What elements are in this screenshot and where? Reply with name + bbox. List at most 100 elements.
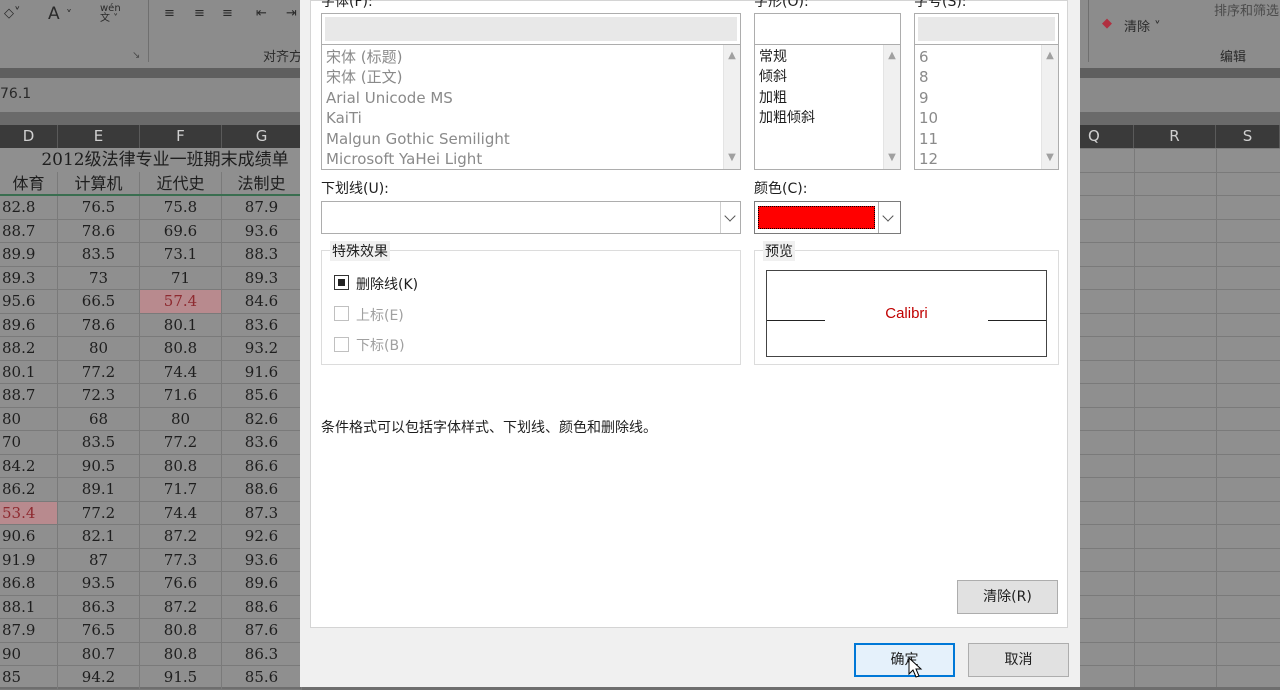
color-picker[interactable] [754, 201, 901, 234]
table-cell[interactable]: 76.6 [140, 572, 222, 596]
clear-button[interactable]: 清除(R) [957, 580, 1058, 614]
table-cell[interactable]: 93.2 [222, 337, 302, 361]
align-left-icon[interactable]: ≡ [164, 6, 175, 21]
table-cell[interactable]: 95.6 [0, 290, 58, 314]
table-cell[interactable]: 89.3 [0, 266, 58, 290]
table-cell[interactable]: 53.4 [0, 501, 58, 525]
size-list-item[interactable]: 12 [919, 149, 938, 169]
color-dropdown-button[interactable] [878, 202, 900, 233]
column-header-d[interactable]: D [0, 125, 58, 148]
underline-select[interactable] [321, 201, 741, 234]
table-cell[interactable]: 66.5 [58, 290, 140, 314]
column-header-g[interactable]: G [222, 125, 302, 148]
table-cell[interactable]: 80 [140, 407, 222, 431]
table-cell[interactable]: 83.6 [222, 313, 302, 337]
font-list-item[interactable]: 宋体 (正文) [326, 67, 402, 87]
chevron-down-icon[interactable]: ˅ [66, 8, 72, 22]
table-cell[interactable]: 77.3 [140, 548, 222, 572]
table-cell[interactable]: 88.6 [222, 595, 302, 619]
scroll-down-icon[interactable]: ▼ [727, 153, 737, 163]
scroll-down-icon[interactable]: ▼ [1045, 153, 1055, 163]
style-list-item[interactable]: 加粗倾斜 [759, 108, 815, 128]
table-cell[interactable]: 72.3 [58, 384, 140, 408]
table-cell[interactable]: 80.8 [140, 619, 222, 643]
table-cell[interactable]: 80.7 [58, 642, 140, 666]
font-list[interactable]: 宋体 (标题) 宋体 (正文) Arial Unicode MS KaiTi Malgu… [321, 44, 741, 170]
table-cell[interactable]: 85.6 [222, 384, 302, 408]
increase-indent-icon[interactable]: ⇥ [286, 6, 297, 21]
size-list-item[interactable]: 9 [919, 88, 929, 108]
table-cell[interactable]: 71.6 [140, 384, 222, 408]
table-cell[interactable]: 87.9 [0, 619, 58, 643]
table-cell[interactable]: 88.2 [0, 337, 58, 361]
table-cell[interactable]: 84.6 [222, 290, 302, 314]
table-cell[interactable]: 90.5 [58, 454, 140, 478]
phonetic-icon[interactable]: wén 文 ˅ [100, 4, 121, 24]
table-cell[interactable]: 89.9 [0, 243, 58, 267]
font-list-item[interactable]: Microsoft YaHei Light [326, 149, 482, 169]
table-cell[interactable]: 89.1 [58, 478, 140, 502]
table-cell[interactable]: 85.6 [222, 666, 302, 690]
cancel-button[interactable]: 取消 [968, 643, 1069, 677]
style-list[interactable]: 常规 倾斜 加粗 加粗倾斜 ▲ ▼ [754, 44, 901, 170]
style-list-item[interactable]: 常规 [759, 47, 787, 67]
table-cell[interactable]: 78.6 [58, 219, 140, 243]
table-cell[interactable]: 76.5 [58, 619, 140, 643]
column-title-cell[interactable]: 计算机 [58, 172, 140, 196]
column-header-e[interactable]: E [58, 125, 140, 148]
size-list-item[interactable]: 8 [919, 67, 929, 87]
table-cell[interactable]: 73.1 [140, 243, 222, 267]
column-header-f[interactable]: F [140, 125, 222, 148]
table-cell[interactable]: 71 [140, 266, 222, 290]
table-cell[interactable]: 77.2 [58, 501, 140, 525]
table-cell[interactable]: 57.4 [140, 290, 222, 314]
table-cell[interactable]: 74.4 [140, 501, 222, 525]
subscript-checkbox[interactable] [334, 337, 349, 352]
table-cell[interactable]: 69.6 [140, 219, 222, 243]
table-cell[interactable]: 80.8 [140, 337, 222, 361]
table-cell[interactable]: 88.7 [0, 219, 58, 243]
table-cell[interactable]: 87.9 [222, 196, 302, 220]
ok-button[interactable]: 确定 [854, 643, 955, 677]
table-cell[interactable]: 93.6 [222, 548, 302, 572]
table-cell[interactable]: 88.1 [0, 595, 58, 619]
sort-filter-button[interactable]: 排序和筛选 [1214, 0, 1279, 19]
table-cell[interactable]: 88.3 [222, 243, 302, 267]
size-list-item[interactable]: 11 [919, 129, 938, 149]
table-cell[interactable]: 77.2 [58, 360, 140, 384]
table-cell[interactable]: 80.1 [0, 360, 58, 384]
table-cell[interactable]: 77.2 [140, 431, 222, 455]
style-list-item[interactable]: 倾斜 [759, 67, 787, 87]
align-center-icon[interactable]: ≡ [194, 6, 205, 21]
table-cell[interactable]: 86.6 [222, 454, 302, 478]
table-cell[interactable]: 87.2 [140, 525, 222, 549]
table-cell[interactable]: 88.6 [222, 478, 302, 502]
font-list-item[interactable]: 宋体 (标题) [326, 47, 402, 67]
font-input[interactable] [321, 13, 741, 45]
table-cell[interactable]: 90 [0, 642, 58, 666]
superscript-checkbox[interactable] [334, 306, 349, 321]
table-cell[interactable]: 87.2 [140, 595, 222, 619]
table-cell[interactable]: 78.6 [58, 313, 140, 337]
table-cell[interactable]: 89.6 [222, 572, 302, 596]
strikethrough-checkbox[interactable] [334, 275, 349, 290]
column-title-cell[interactable]: 法制史 [222, 172, 302, 196]
size-list-scrollbar[interactable]: ▲ ▼ [1041, 45, 1058, 169]
column-title-cell[interactable]: 近代史 [140, 172, 222, 196]
table-cell[interactable]: 80.8 [140, 642, 222, 666]
table-cell[interactable]: 87.3 [222, 501, 302, 525]
dialog-launcher-icon[interactable]: ↘ [132, 50, 140, 61]
table-cell[interactable]: 90.6 [0, 525, 58, 549]
scroll-down-icon[interactable]: ▼ [887, 153, 897, 163]
font-list-item[interactable]: KaiTi [326, 108, 362, 128]
table-cell[interactable]: 73 [58, 266, 140, 290]
underline-dropdown-button[interactable] [720, 202, 740, 233]
table-cell[interactable]: 70 [0, 431, 58, 455]
table-cell[interactable]: 80.8 [140, 454, 222, 478]
table-cell[interactable]: 92.6 [222, 525, 302, 549]
style-input[interactable] [754, 13, 901, 45]
font-list-item[interactable]: Arial Unicode MS [326, 88, 453, 108]
font-color-button[interactable]: A [48, 4, 60, 24]
scroll-up-icon[interactable]: ▲ [1045, 51, 1055, 61]
table-cell[interactable]: 84.2 [0, 454, 58, 478]
